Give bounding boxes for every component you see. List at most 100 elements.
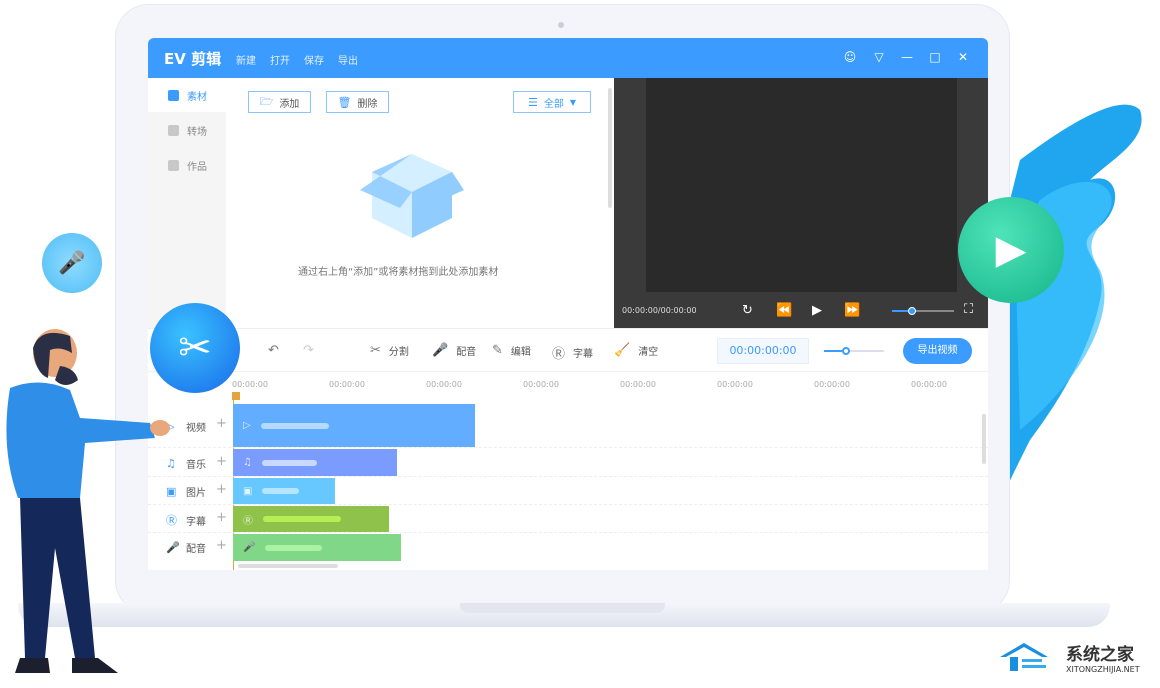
trash-icon: 🗑 [337, 95, 352, 109]
delete-label: 删除 [357, 98, 378, 110]
track-voice: 🎤 配音 + 🎤 [148, 533, 988, 561]
maximize-icon[interactable]: □ [927, 49, 943, 65]
list-icon: ☰ [527, 95, 538, 109]
fullscreen-icon[interactable]: ⛶ [964, 302, 973, 317]
clear-label: 清空 [638, 347, 659, 358]
music-clip[interactable]: ♫ [233, 449, 397, 476]
ruler-tick: 00:00:00 [329, 380, 365, 389]
dub-button[interactable]: 🎤 配音 [432, 343, 476, 358]
export-video-button[interactable]: 导出视频 [903, 338, 972, 364]
sidebar-item-label: 转场 [187, 126, 207, 138]
menu-new[interactable]: 新建 [236, 52, 256, 67]
watermark-url: XITONGZHIJIA.NET [1066, 665, 1140, 674]
video-clip[interactable]: ▷ [233, 404, 475, 447]
track-video: ▷ 视频 + ▷ [148, 404, 988, 448]
caret-down-icon: ▼ [569, 97, 577, 107]
sidebar-item-transition[interactable]: 转场 [148, 113, 226, 147]
presenter-illustration [0, 328, 175, 684]
ruler-tick: 00:00:00 [426, 380, 462, 389]
microphone-icon: 🎤 [42, 233, 102, 293]
ruler-tick: 00:00:00 [523, 380, 559, 389]
timeline-horizontal-scrollbar[interactable] [238, 564, 338, 568]
sidebar-item-label: 素材 [187, 91, 207, 103]
image-icon: ▣ [243, 485, 253, 497]
watermark: 系统之家 XITONGZHIJIA.NET [998, 640, 1140, 674]
sidebar-item-material[interactable]: 素材 [148, 78, 226, 112]
title-bar: EV 剪辑 新建 打开 保存 导出 ☺ ▽ — □ ✕ [148, 38, 988, 78]
track-label: 视频 [186, 423, 206, 434]
broom-icon: 🧹 [614, 343, 631, 358]
add-video-icon[interactable]: + [216, 416, 227, 431]
menu-open[interactable]: 打开 [270, 52, 290, 67]
microphone-icon: 🎤 [243, 542, 256, 553]
track-label: 音乐 [186, 460, 206, 471]
edit-button[interactable]: ✎ 编辑 [492, 343, 531, 358]
empty-state-text: 通过右上角“添加”或将素材拖到此处添加素材 [298, 267, 499, 278]
image-clip[interactable]: ▣ [233, 478, 335, 504]
folder-icon [168, 159, 179, 171]
fast-forward-icon[interactable]: ⏩ [844, 303, 860, 318]
preview-time: 00:00:00/00:00:00 [622, 306, 697, 315]
add-subtitle-icon[interactable]: + [216, 510, 227, 525]
ruler-tick: 00:00:00 [620, 380, 656, 389]
add-button[interactable]: 🗁 添加 [248, 91, 311, 113]
track-label: 配音 [186, 544, 206, 555]
subtitle-button[interactable]: Ⓡ 字幕 [552, 343, 593, 362]
undo-icon[interactable]: ↶ [268, 343, 279, 358]
laptop-camera [558, 22, 564, 28]
sidebar: 素材 转场 作品 [148, 78, 226, 328]
decorative-splash [1000, 100, 1145, 510]
minimize-icon[interactable]: — [899, 49, 915, 65]
add-music-icon[interactable]: + [216, 454, 227, 469]
track-image: ▣ 图片 + ▣ [148, 477, 988, 505]
app-window: EV 剪辑 新建 打开 保存 导出 ☺ ▽ — □ ✕ 素材 转场 作品 🗁 添加… [148, 38, 988, 570]
playhead[interactable] [232, 392, 240, 400]
close-icon[interactable]: ✕ [955, 49, 971, 65]
track-label: 字幕 [186, 516, 206, 528]
rewind-icon[interactable]: ⏪ [776, 303, 792, 318]
volume-handle[interactable] [908, 307, 916, 315]
grid-icon [168, 89, 179, 101]
user-icon[interactable]: ☺ [842, 49, 858, 65]
microphone-icon: 🎤 [432, 343, 449, 358]
editor-toolbar: ↶ ↷ ✂ 分割 🎤 配音 ✎ 编辑 Ⓡ 字幕 🧹 清空 00:00:00:00 导出视频 [148, 328, 988, 372]
zoom-handle[interactable] [842, 347, 850, 355]
subtitle-clip[interactable]: Ⓡ [233, 506, 389, 532]
text-icon: Ⓡ [552, 347, 566, 362]
zoom-fill [824, 350, 842, 352]
menu-save[interactable]: 保存 [304, 52, 324, 67]
sidebar-item-works[interactable]: 作品 [148, 148, 226, 182]
skin-icon[interactable]: ▽ [871, 49, 887, 65]
timecode-display: 00:00:00:00 [717, 338, 809, 364]
add-voice-icon[interactable]: + [216, 538, 227, 553]
volume-slider[interactable] [892, 307, 954, 315]
app-logo: EV 剪辑 [164, 50, 222, 68]
video-camera-icon: ▶ [958, 197, 1064, 303]
edit-icon: ✎ [492, 343, 503, 358]
timeline-zoom-slider[interactable] [824, 347, 884, 355]
redo-icon[interactable]: ↷ [303, 343, 314, 358]
music-icon: ♫ [243, 457, 252, 468]
menu-export[interactable]: 导出 [338, 52, 358, 67]
ruler-tick: 00:00:00 [814, 380, 850, 389]
watermark-logo-icon [1000, 643, 1048, 671]
watermark-name: 系统之家 [1066, 645, 1134, 665]
scissors-icon: ✂ [370, 343, 381, 358]
delete-button[interactable]: 🗑 删除 [326, 91, 389, 113]
play-icon[interactable]: ▶ [812, 303, 822, 318]
add-image-icon[interactable]: + [216, 482, 227, 497]
media-scrollbar[interactable] [608, 88, 612, 208]
timeline-vertical-scrollbar[interactable] [982, 414, 986, 464]
transition-icon [168, 124, 179, 136]
replay-icon[interactable]: ↻ [742, 303, 753, 318]
laptop-notch [460, 603, 665, 613]
sidebar-item-label: 作品 [187, 161, 207, 173]
split-button[interactable]: ✂ 分割 [370, 343, 409, 358]
voice-clip[interactable]: 🎤 [233, 534, 401, 561]
clear-button[interactable]: 🧹 清空 [614, 343, 658, 358]
filter-dropdown[interactable]: ☰ 全部 ▼ [513, 91, 591, 113]
empty-box-icon [360, 150, 464, 244]
track-subtitle: Ⓡ 字幕 + Ⓡ [148, 505, 988, 533]
add-label: 添加 [279, 98, 300, 110]
edit-label: 编辑 [510, 347, 531, 358]
